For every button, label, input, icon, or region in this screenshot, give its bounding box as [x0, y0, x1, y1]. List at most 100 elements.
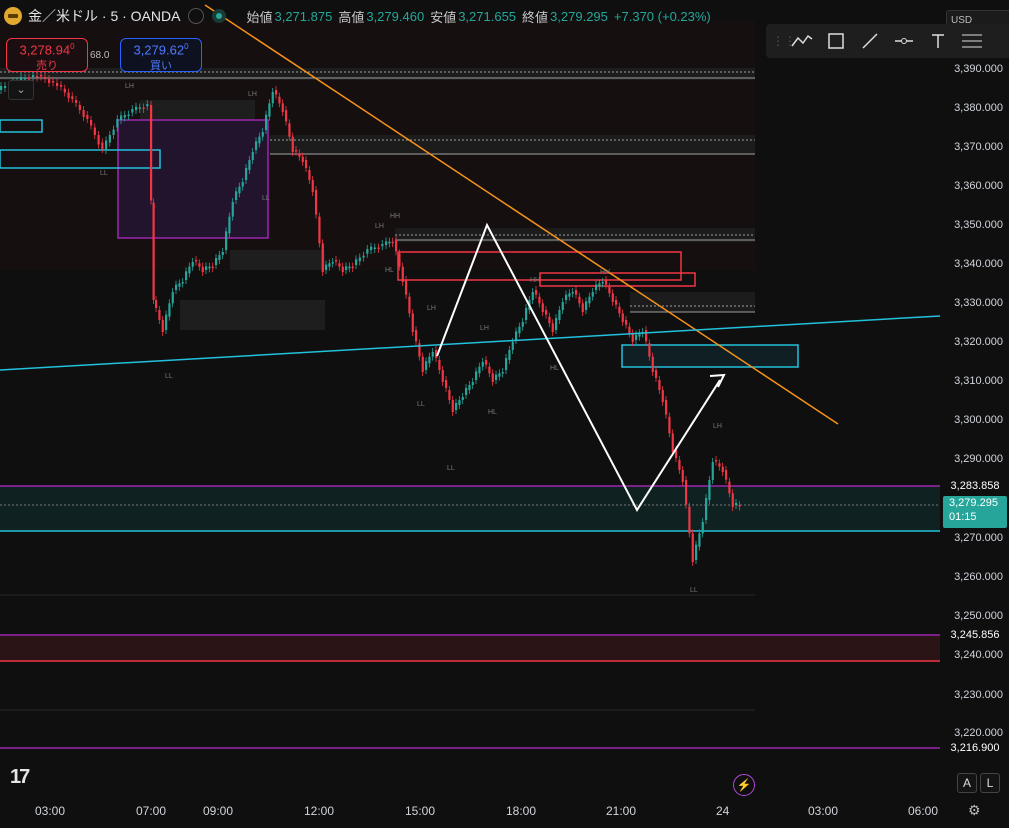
candle-body — [185, 271, 188, 280]
candle-body — [581, 303, 584, 312]
fib-icon[interactable] — [958, 27, 986, 55]
candle-body — [370, 246, 373, 250]
candle-body — [625, 320, 628, 325]
candle-body — [328, 263, 331, 267]
candle-body — [691, 533, 694, 562]
candle-body — [495, 374, 498, 380]
time-label: 09:00 — [203, 804, 234, 818]
candle-body — [52, 81, 55, 83]
candle-body — [685, 480, 688, 505]
high-label: 高値 — [338, 9, 365, 25]
market-status-icon — [188, 8, 205, 24]
candle-body — [731, 493, 734, 507]
candle-body — [82, 110, 85, 117]
price-label: 3,250.000 — [954, 610, 1003, 622]
candle-body — [285, 110, 288, 122]
drawing-toolbar: ⋮⋮ — [766, 24, 1009, 58]
candle-body — [71, 96, 74, 99]
svg-text:HH: HH — [390, 213, 400, 220]
candle-body — [36, 76, 39, 78]
candle-body — [373, 247, 376, 249]
candle-body — [695, 544, 698, 560]
candle-body — [478, 366, 481, 374]
candle-body — [48, 79, 51, 83]
candle-body — [335, 260, 338, 262]
svg-text:LH: LH — [713, 423, 722, 430]
candle-body — [225, 231, 228, 250]
close-value: 3,279.295 — [550, 8, 608, 24]
candle-body — [108, 135, 111, 143]
svg-text:LH: LH — [375, 223, 384, 230]
candle-body — [208, 266, 211, 269]
candle-body — [671, 433, 674, 452]
price-chart[interactable]: LHLHLL LLLLHH LHLHLL LLHLLH HLHHHH LHLLH… — [0, 0, 1009, 828]
candle-body — [468, 385, 471, 390]
candle-body — [86, 115, 89, 119]
auto-scale-button[interactable]: A — [957, 773, 977, 793]
current-price-tag: 3,279.295 01:15 — [943, 496, 1007, 528]
price-label: 3,360.000 — [954, 180, 1003, 192]
time-label: 15:00 — [405, 804, 436, 818]
candle-body — [205, 266, 208, 270]
candle-body — [608, 286, 611, 294]
candle-body — [538, 296, 541, 304]
candle-body — [525, 308, 528, 320]
candle-body — [411, 313, 414, 332]
candle-body — [228, 216, 231, 234]
candle-body — [598, 283, 601, 287]
candle-body — [161, 320, 164, 332]
candle-body — [142, 107, 145, 109]
candle-body — [678, 460, 681, 470]
horizontal-ray-icon[interactable] — [890, 27, 918, 55]
candle-body — [668, 416, 671, 434]
candle-body — [591, 292, 594, 297]
candle-body — [138, 107, 141, 109]
candle-body — [405, 280, 408, 295]
trendline-icon[interactable] — [856, 27, 884, 55]
buy-price: 3,279.620 — [133, 42, 189, 58]
candle-body — [146, 104, 149, 107]
candle-body — [735, 503, 738, 505]
time-label: 03:00 — [35, 804, 66, 818]
candle-body — [611, 293, 614, 302]
log-scale-button[interactable]: L — [980, 773, 1000, 793]
candle-body — [628, 326, 631, 334]
candle-body — [191, 262, 194, 267]
candle-body — [288, 123, 291, 137]
candle-body — [441, 370, 444, 382]
candle-body — [475, 371, 478, 380]
symbol-name[interactable]: 金／米ドル · 5 · OANDA — [28, 6, 180, 26]
candle-body — [578, 296, 581, 304]
candle-body — [248, 160, 251, 170]
settings-gear-icon[interactable]: ⚙ — [968, 802, 981, 819]
time-label: 06:00 — [908, 804, 939, 818]
drag-handle-icon[interactable]: ⋮⋮ — [772, 34, 796, 48]
candle-body — [595, 284, 598, 290]
low-value: 3,271.655 — [458, 8, 517, 24]
price-label: 3,350.000 — [954, 219, 1003, 231]
candle-body — [90, 120, 93, 126]
current-price: 3,279.295 — [949, 497, 998, 509]
candle-body — [0, 86, 3, 90]
candle-body — [78, 105, 81, 110]
svg-text:LH: LH — [125, 83, 134, 90]
text-icon[interactable] — [924, 27, 952, 55]
candle-body — [431, 352, 434, 357]
candle-body — [295, 150, 298, 152]
candle-body — [345, 266, 348, 270]
buy-label: 買い — [150, 60, 172, 73]
sell-button[interactable]: 3,278.940 売り — [6, 38, 88, 72]
candle-body — [385, 241, 388, 245]
candle-body — [308, 170, 311, 180]
collapse-chevron-icon[interactable]: ⌄ — [8, 80, 34, 100]
rectangle-icon[interactable] — [822, 27, 850, 55]
svg-text:LL: LL — [262, 195, 270, 202]
candle-body — [271, 92, 274, 104]
candle-body — [508, 350, 511, 360]
gold-logo-icon — [4, 7, 22, 25]
pattern-icon[interactable] — [788, 27, 816, 55]
buy-button[interactable]: 3,279.620 買い — [120, 38, 202, 72]
price-label: 3,230.000 — [954, 689, 1003, 701]
tradingview-logo[interactable]: 17 — [10, 766, 30, 789]
lightning-icon[interactable]: ⚡ — [733, 774, 755, 796]
